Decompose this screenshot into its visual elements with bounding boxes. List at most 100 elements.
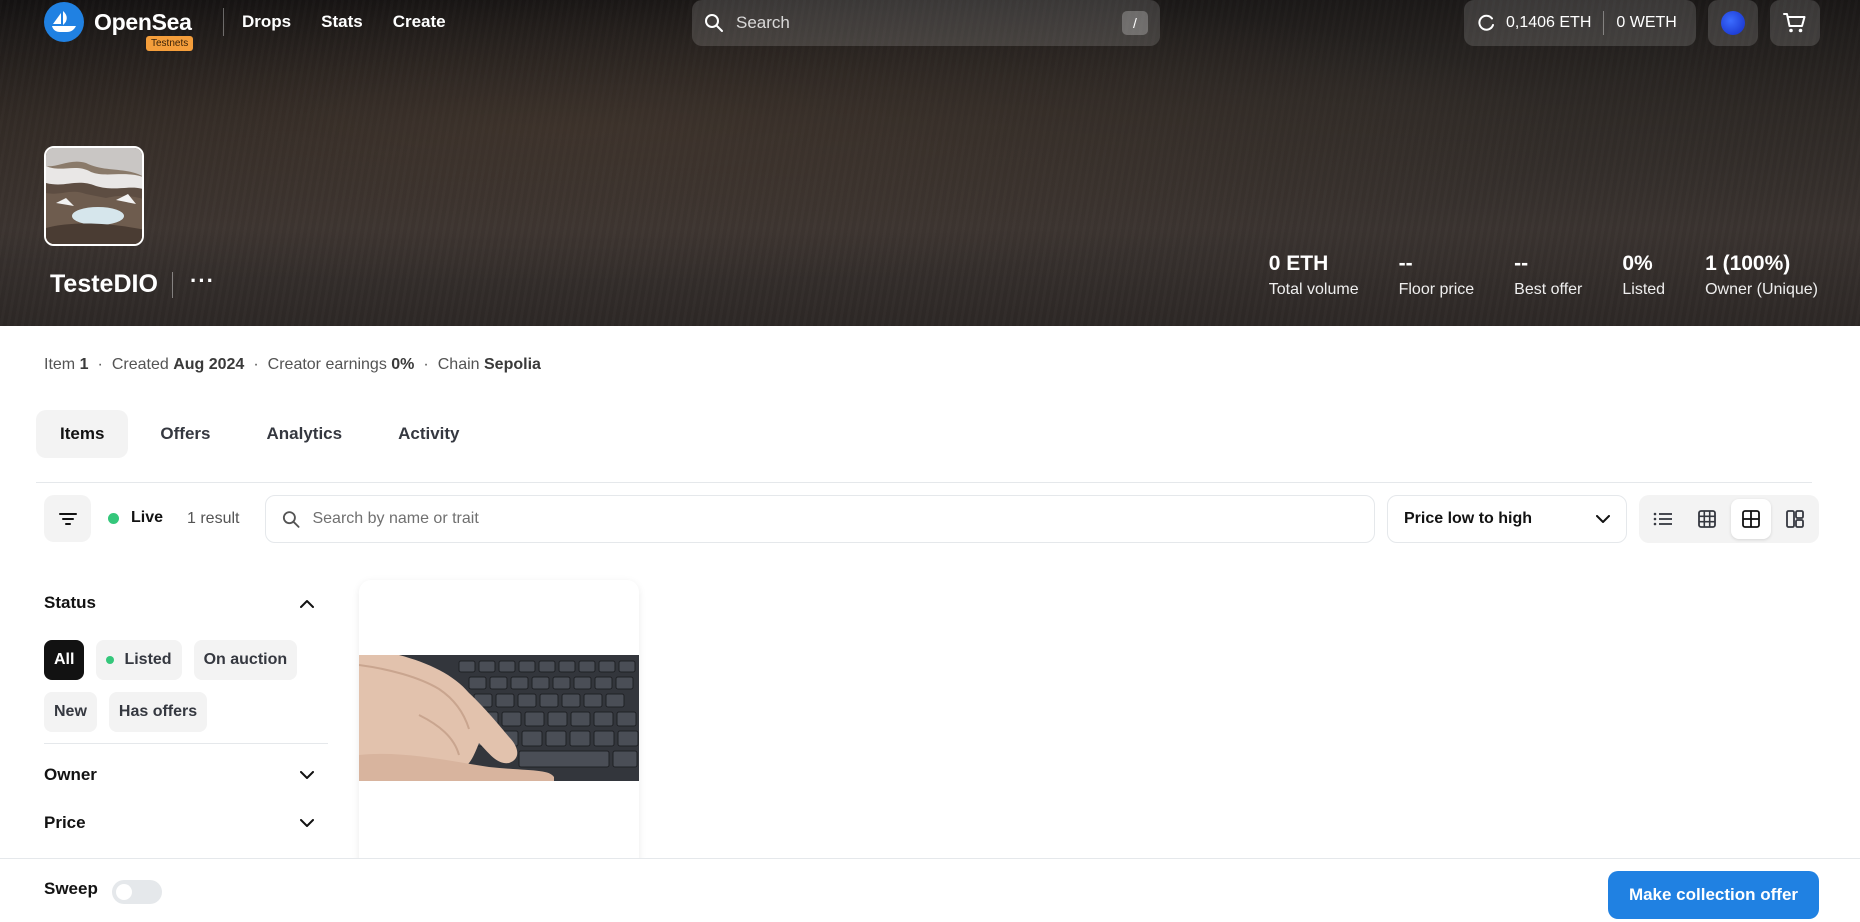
- wallet-balance[interactable]: 0,1406 ETH 0 WETH: [1464, 0, 1696, 46]
- top-nav: OpenSea Testnets Drops Stats Create Sear…: [0, 0, 1860, 51]
- collection-name-divider: [172, 272, 173, 298]
- listed-dot-icon: [106, 656, 115, 664]
- info-label: Creator earnings: [267, 356, 387, 373]
- mosaic-icon: [1786, 510, 1804, 528]
- info-dot: ·: [97, 356, 103, 373]
- list-icon: [1653, 512, 1672, 526]
- small-grid-icon: [1698, 510, 1716, 528]
- owner-filter-header[interactable]: Owner: [44, 765, 314, 785]
- nav-create[interactable]: Create: [393, 12, 446, 32]
- stat-listed: 0% Listed: [1622, 252, 1665, 299]
- nav-links: Drops Stats Create: [242, 12, 446, 32]
- search-placeholder: Search: [736, 13, 790, 32]
- chevron-up-icon: [300, 599, 314, 608]
- small-grid-view-button[interactable]: [1687, 499, 1727, 539]
- stat-label: Best offer: [1514, 281, 1583, 298]
- make-collection-offer-button[interactable]: Make collection offer: [1608, 871, 1819, 919]
- weth-balance: 0 WETH: [1616, 14, 1677, 31]
- sweep-label: Sweep: [44, 879, 98, 898]
- collection-tabs: Items Offers Analytics Activity: [36, 410, 484, 458]
- search-icon: [705, 14, 723, 32]
- tab-items[interactable]: Items: [36, 410, 129, 458]
- large-grid-icon: [1742, 510, 1760, 528]
- status-chip-on-auction[interactable]: On auction: [193, 640, 298, 680]
- item-search-box[interactable]: [265, 495, 1375, 543]
- status-chip-listed[interactable]: Listed: [96, 640, 182, 680]
- wallet-divider: [1603, 11, 1605, 35]
- result-count: 1 result: [187, 510, 240, 527]
- cart-button[interactable]: [1770, 0, 1820, 46]
- info-chain: Chain Sepolia: [438, 356, 541, 374]
- mosaic-view-button[interactable]: [1775, 499, 1815, 539]
- collection-info-line: Item 1 · Created Aug 2024 · Creator earn…: [44, 356, 541, 374]
- owner-title: Owner: [44, 765, 97, 784]
- sweep-toggle[interactable]: [112, 880, 162, 904]
- info-dot: ·: [253, 356, 259, 373]
- tab-offers[interactable]: Offers: [136, 410, 234, 458]
- chevron-down-icon: [300, 818, 314, 827]
- filter-icon: [58, 512, 77, 525]
- status-chip-new[interactable]: New: [44, 692, 97, 732]
- live-indicator[interactable]: Live: [108, 509, 163, 527]
- info-created: Created Aug 2024: [112, 356, 245, 374]
- stat-value: 0 ETH: [1268, 252, 1329, 275]
- profile-button[interactable]: [1708, 0, 1758, 46]
- list-view-button[interactable]: [1643, 499, 1683, 539]
- stat-best-offer: -- Best offer: [1514, 252, 1582, 299]
- status-chip-has-offers[interactable]: Has offers: [108, 692, 208, 732]
- chip-label: Listed: [124, 651, 172, 668]
- item-search-input[interactable]: [312, 510, 1358, 528]
- info-dot: ·: [423, 356, 429, 373]
- price-title: Price: [44, 813, 86, 832]
- stat-value: --: [1514, 252, 1529, 275]
- sidebar-divider: [44, 743, 328, 744]
- info-earnings: Creator earnings 0%: [268, 356, 415, 374]
- global-search[interactable]: Search /: [692, 0, 1160, 46]
- price-filter-header[interactable]: Price: [44, 813, 314, 833]
- info-label: Item: [44, 356, 76, 373]
- stat-label: Total volume: [1268, 281, 1359, 298]
- collection-image: [44, 146, 144, 246]
- sort-selected-value: Price low to high: [1404, 510, 1533, 527]
- brand-name: OpenSea: [94, 8, 192, 35]
- stat-value: 1 (100%): [1705, 252, 1791, 275]
- stat-total-volume: 0 ETH Total volume: [1269, 252, 1359, 299]
- more-options-button[interactable]: ···: [190, 268, 215, 294]
- chevron-down-icon: [1596, 514, 1610, 523]
- tab-activity[interactable]: Activity: [374, 410, 483, 458]
- view-mode-toggle: [1639, 495, 1819, 543]
- info-value: 1: [79, 356, 89, 373]
- stat-floor-price: -- Floor price: [1399, 252, 1475, 299]
- stat-owners: 1 (100%) Owner (Unique): [1705, 252, 1818, 299]
- info-value: Sepolia: [484, 356, 541, 373]
- testnets-badge: Testnets: [146, 36, 194, 51]
- tabs-divider: [36, 482, 1812, 483]
- stat-label: Floor price: [1398, 281, 1475, 298]
- stat-value: 0%: [1622, 252, 1653, 275]
- large-grid-view-button[interactable]: [1731, 499, 1771, 539]
- info-value: Aug 2024: [173, 356, 245, 373]
- tab-analytics[interactable]: Analytics: [243, 410, 367, 458]
- nav-drops[interactable]: Drops: [242, 12, 291, 32]
- filter-toggle-button[interactable]: [44, 495, 91, 542]
- nav-stats[interactable]: Stats: [321, 12, 363, 32]
- live-label: Live: [131, 509, 164, 526]
- status-chip-all[interactable]: All: [44, 640, 85, 680]
- search-icon: [282, 510, 300, 528]
- refresh-icon[interactable]: [1478, 14, 1496, 32]
- sort-dropdown[interactable]: Price low to high: [1387, 495, 1627, 543]
- stat-label: Listed: [1622, 281, 1666, 298]
- toggle-knob: [116, 884, 132, 900]
- nft-image: [359, 655, 639, 781]
- stat-value: --: [1398, 252, 1413, 275]
- chevron-down-icon: [300, 770, 314, 779]
- status-filter-header[interactable]: Status: [44, 593, 314, 613]
- info-items: Item 1: [44, 356, 88, 374]
- nft-card[interactable]: [359, 580, 639, 870]
- opensea-boat-icon: [44, 2, 84, 42]
- info-label: Created: [111, 356, 169, 373]
- live-dot-icon: [108, 512, 119, 524]
- eth-balance: 0,1406 ETH: [1506, 14, 1592, 31]
- collection-stats: 0 ETH Total volume -- Floor price -- Bes…: [1269, 252, 1818, 299]
- stat-label: Owner (Unique): [1705, 281, 1818, 298]
